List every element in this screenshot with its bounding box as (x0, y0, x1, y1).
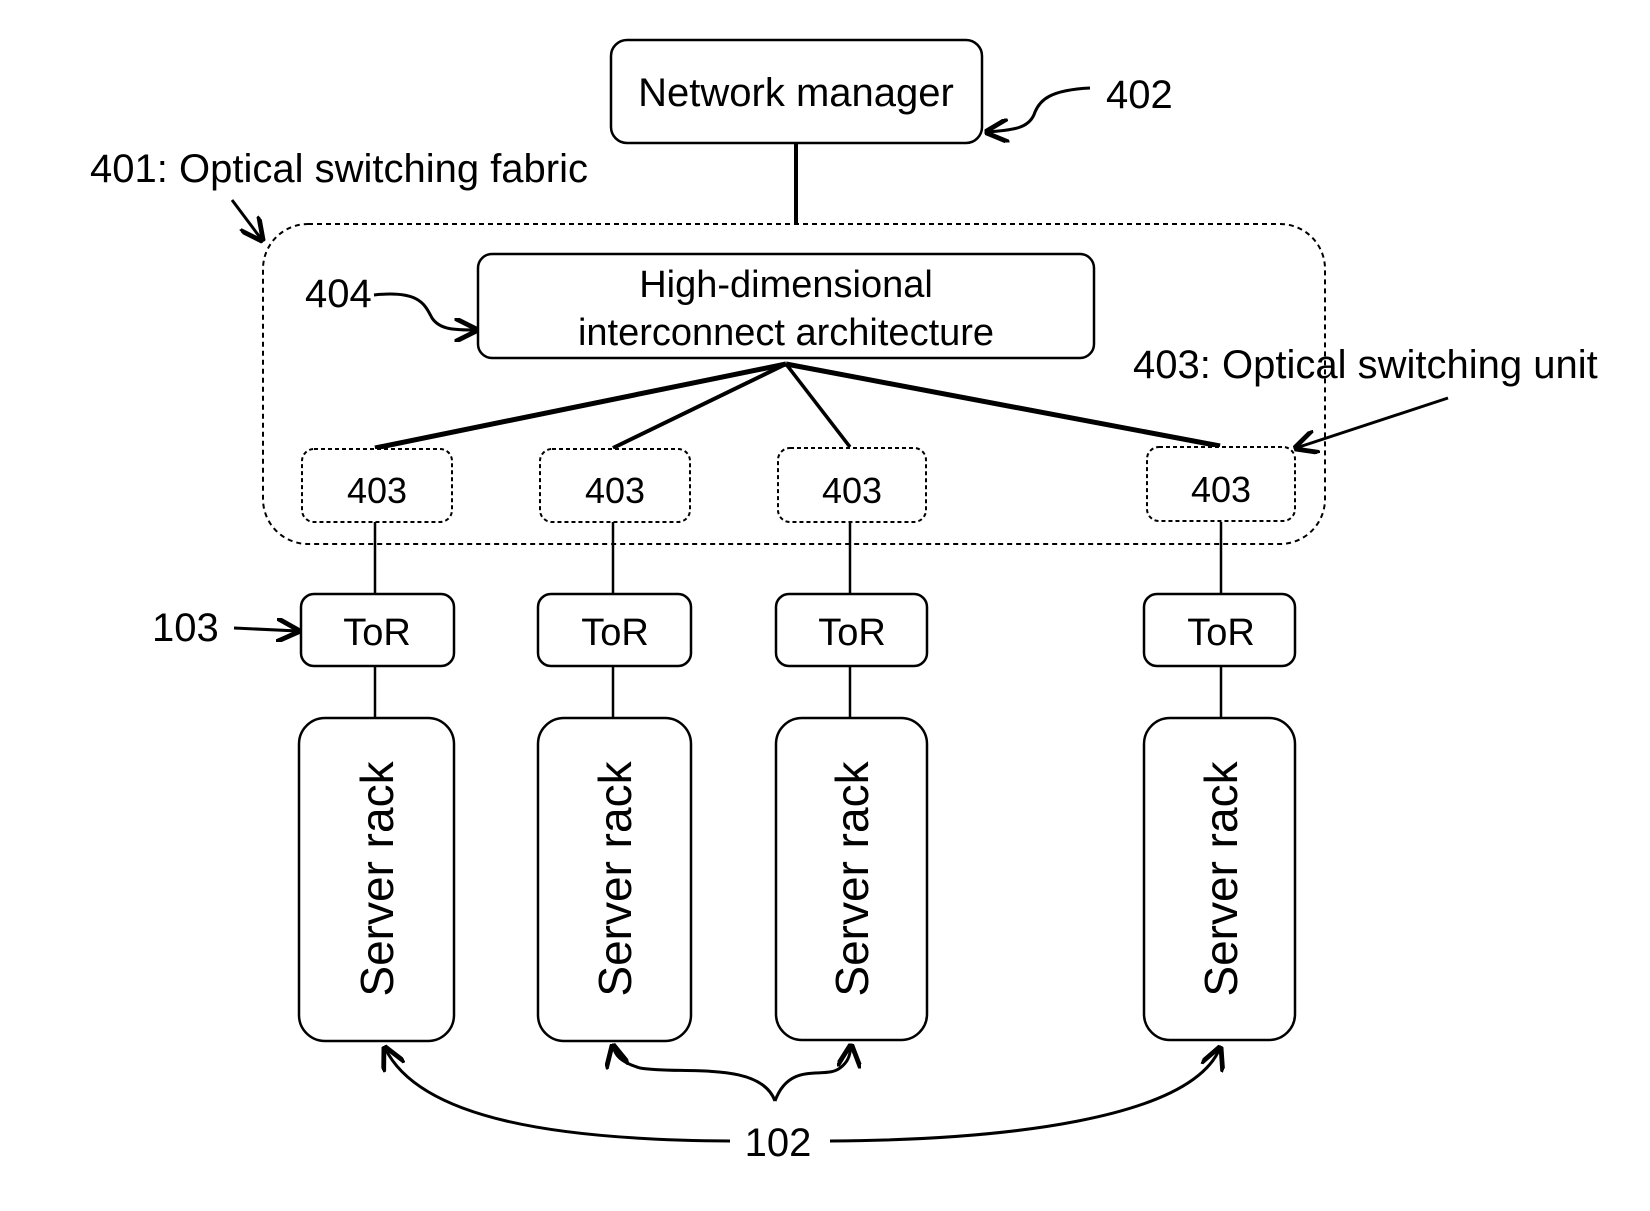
network-manager-label: Network manager (638, 71, 954, 115)
switch-unit-callout-arrow (1296, 396, 1449, 448)
link-interconnect-switch-1 (374, 361, 787, 451)
server-rack-label: Server rack (589, 760, 641, 996)
interconnect-label-line2: interconnect architecture (578, 312, 994, 354)
server-rack-label: Server rack (826, 760, 878, 996)
ref-404-arrow (373, 292, 476, 330)
ref-102-arrow-rack-4 (829, 1048, 1220, 1143)
optical-switching-unit-label: 403 (822, 470, 882, 511)
server-rack-label: Server rack (1195, 760, 1247, 996)
server-rack-label: Server rack (351, 760, 403, 996)
column-4: 403 ToR Server rack (1142, 446, 1297, 1042)
switch-unit-callout: 403: Optical switching unit (1133, 343, 1598, 387)
optical-switching-unit-label: 403 (347, 470, 407, 511)
tor-label: ToR (818, 612, 886, 654)
fabric-label: 401: Optical switching fabric (90, 147, 588, 191)
ref-102-arrow-rack-1 (385, 1048, 731, 1143)
tor-label: ToR (343, 612, 411, 654)
ref-402-arrow (987, 86, 1091, 132)
column-2: 403 ToR Server rack (536, 448, 693, 1043)
ref-404: 404 (305, 272, 372, 316)
tor-label: ToR (581, 612, 649, 654)
column-1: 403 ToR Server rack (297, 448, 456, 1043)
interconnect-label-line1: High-dimensional (639, 264, 933, 306)
ref-102-arrow-rack-3 (773, 1046, 851, 1102)
ref-103-arrow (233, 628, 298, 631)
fabric-label-arrow (230, 199, 262, 240)
optical-switching-unit-label: 403 (1191, 469, 1251, 510)
tor-label: ToR (1187, 612, 1255, 654)
column-3: 403 ToR Server rack (774, 447, 929, 1042)
ref-402: 402 (1106, 73, 1173, 117)
link-interconnect-switch-2 (612, 362, 787, 450)
network-diagram: Network manager 402 401: Optical switchi… (90, 38, 1598, 1165)
optical-switching-unit-label: 403 (585, 470, 645, 511)
ref-103: 103 (152, 606, 219, 650)
ref-102: 102 (745, 1121, 812, 1165)
ref-102-arrow-rack-2 (613, 1046, 777, 1102)
